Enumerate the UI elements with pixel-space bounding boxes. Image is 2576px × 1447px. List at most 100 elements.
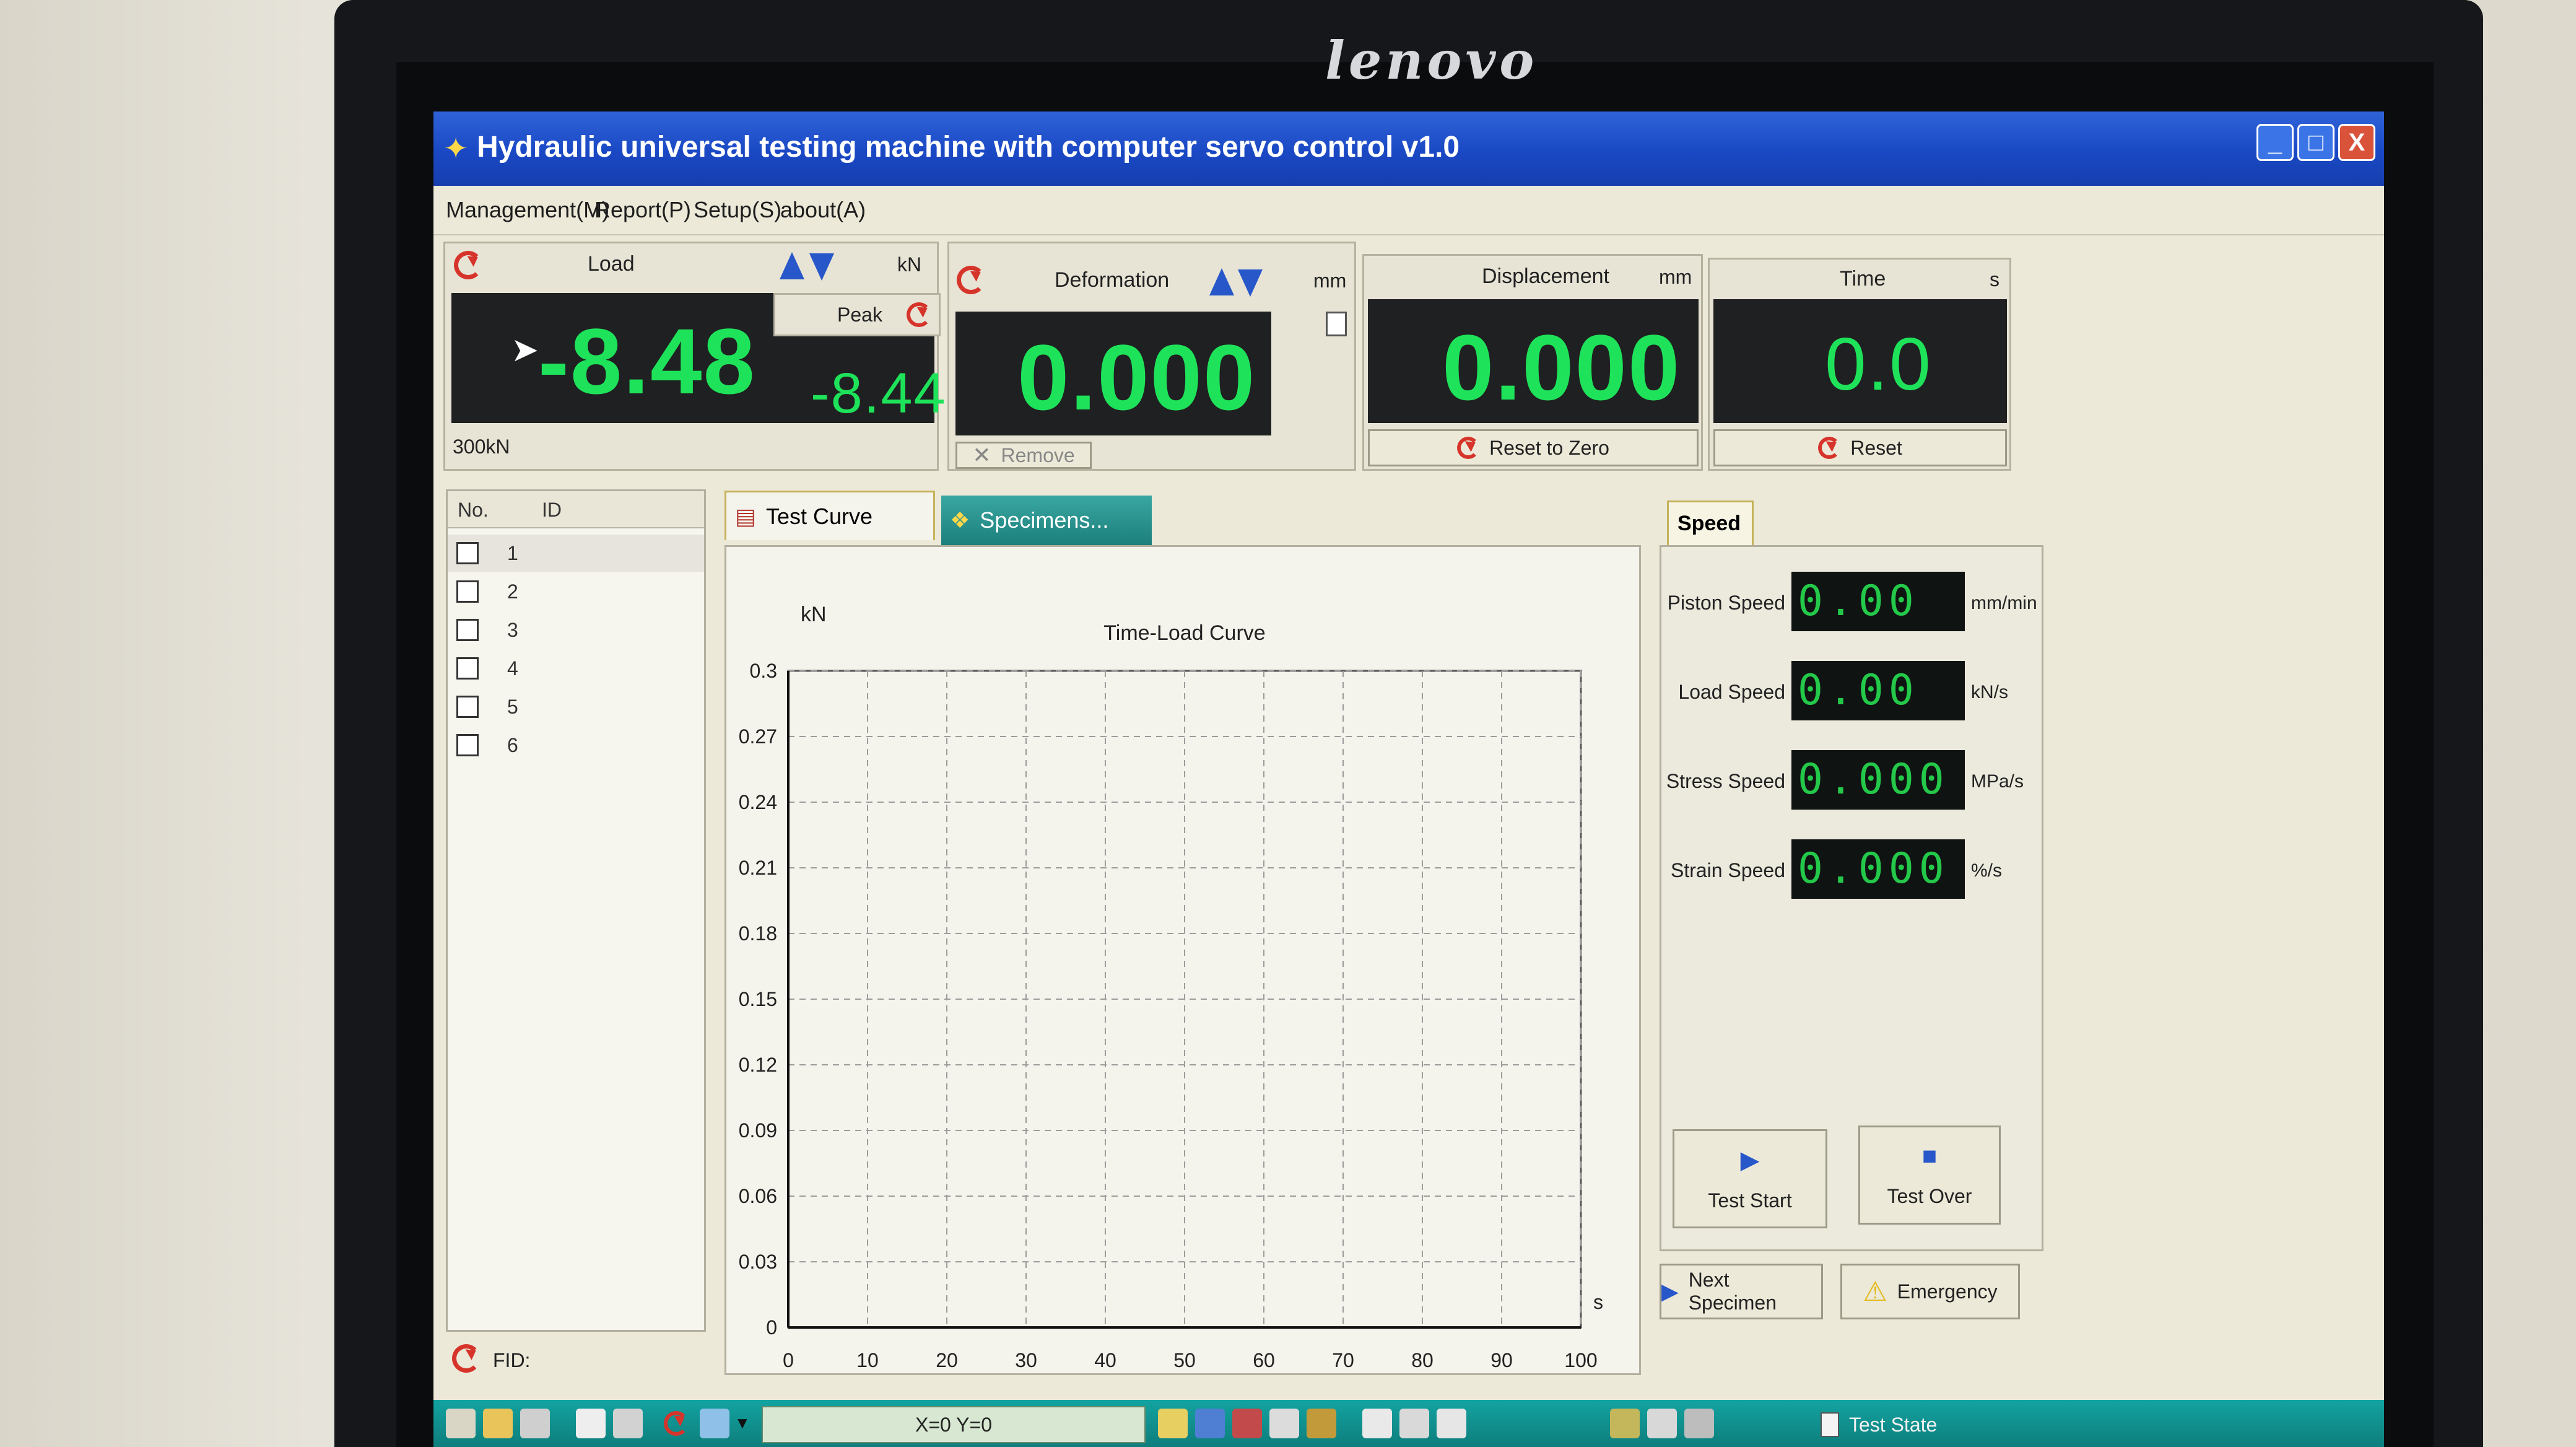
deformation-value: 0.000 xyxy=(1017,325,1256,429)
test-state-label: Test State xyxy=(1849,1414,1938,1436)
menu-about[interactable]: about(A) xyxy=(780,197,866,223)
specimen-number: 6 xyxy=(507,734,518,756)
close-button[interactable]: X xyxy=(2338,124,2375,161)
monitor-brand-logo: lenovo xyxy=(1325,30,1538,91)
specimen-row[interactable]: 3 xyxy=(448,611,704,649)
report-icon[interactable] xyxy=(613,1409,643,1438)
piston-speed-unit: mm/min xyxy=(1971,593,2037,613)
strain-speed-label: Strain Speed xyxy=(1670,859,1785,881)
specimen-checkbox[interactable] xyxy=(456,657,479,680)
remove-button-label: Remove xyxy=(1001,444,1075,466)
stress-speed-row: Stress Speed 0.000 MPa/s xyxy=(1661,750,2042,812)
time-label: Time xyxy=(1840,267,1886,291)
load-reset-icon[interactable] xyxy=(454,251,482,279)
deformation-down-arrow-icon[interactable] xyxy=(1238,269,1263,297)
fid-refresh-icon[interactable] xyxy=(452,1344,481,1373)
deformation-reset-icon[interactable] xyxy=(957,266,985,294)
peak-box: Peak -8.44 xyxy=(773,293,946,425)
tab-test-curve[interactable]: ▤ Test Curve xyxy=(724,491,935,540)
x-tick-label: 100 xyxy=(1564,1349,1597,1371)
specimen-list: No. ID 1 2 3 4 5 6 xyxy=(446,489,706,1332)
message-icon[interactable] xyxy=(1158,1409,1188,1438)
strain-speed-unit: %/s xyxy=(1971,860,2003,881)
test-curve-tab-icon: ▤ xyxy=(735,503,757,529)
deformation-up-arrow-icon[interactable] xyxy=(1209,268,1234,295)
specimen-checkbox[interactable] xyxy=(456,542,479,564)
reset-to-zero-button[interactable]: Reset to Zero xyxy=(1368,429,1699,466)
specimen-row[interactable]: 5 xyxy=(448,688,704,725)
list-icon[interactable] xyxy=(576,1409,606,1438)
column-header-no[interactable]: No. xyxy=(458,499,489,522)
export-icon[interactable] xyxy=(1232,1409,1262,1438)
x-axis-label: s xyxy=(1593,1291,1603,1313)
x-tick-label: 10 xyxy=(856,1349,879,1371)
tab-speed[interactable]: Speed xyxy=(1667,501,1754,545)
time-reset-button[interactable]: Reset xyxy=(1713,429,2007,466)
displacement-value: 0.000 xyxy=(1442,315,1681,419)
peak-reset-icon[interactable] xyxy=(907,302,931,327)
alert-icon[interactable] xyxy=(1647,1409,1677,1438)
y-tick-label: 0.03 xyxy=(739,1251,777,1273)
x-tick-label: 50 xyxy=(1173,1349,1196,1371)
menu-report[interactable]: Report(P) xyxy=(594,197,691,223)
open-folder-icon[interactable] xyxy=(483,1409,513,1438)
load-up-arrow-icon[interactable] xyxy=(780,252,804,279)
test-over-button[interactable]: ■ Test Over xyxy=(1858,1126,2001,1225)
column-header-id[interactable]: ID xyxy=(542,499,562,522)
specimen-row[interactable]: 2 xyxy=(448,573,704,610)
deformation-panel: Deformation mm 0.000 ✕ Remove xyxy=(947,242,1356,471)
camera-icon[interactable] xyxy=(1195,1409,1225,1438)
print-icon[interactable] xyxy=(520,1409,550,1438)
curve-icon[interactable] xyxy=(700,1409,729,1438)
displacement-panel: Displacement mm 0.000 Reset to Zero xyxy=(1362,254,1703,471)
peak-header: Peak xyxy=(773,293,941,336)
hand-icon[interactable] xyxy=(1684,1409,1714,1438)
page-icon[interactable] xyxy=(1362,1409,1392,1438)
load-range: 300kN xyxy=(453,435,510,458)
save-icon[interactable] xyxy=(1269,1409,1299,1438)
y-tick-label: 0 xyxy=(766,1316,777,1339)
curve-dropdown-icon[interactable]: ▼ xyxy=(734,1414,751,1433)
minimize-button[interactable]: _ xyxy=(2256,124,2294,161)
tab-specimens[interactable]: ❖ Specimens... xyxy=(941,496,1152,545)
y-tick-label: 0.3 xyxy=(750,660,777,682)
time-load-chart[interactable]: 0 10 20 30 40 50 60 70 80 90 100 0 0.03 0.06 0.09 0.12 0… xyxy=(726,547,1639,1373)
test-start-button[interactable]: ▶ Test Start xyxy=(1673,1129,1827,1228)
document-icon[interactable] xyxy=(1437,1409,1466,1438)
load-down-arrow-icon[interactable] xyxy=(809,253,834,281)
menu-management[interactable]: Management(M) xyxy=(446,197,609,223)
deformation-checkbox[interactable] xyxy=(1326,312,1347,336)
peak-label: Peak xyxy=(837,304,882,326)
time-reset-icon xyxy=(1818,437,1841,459)
machine-icon[interactable] xyxy=(1610,1409,1640,1438)
specimen-row[interactable]: 6 xyxy=(448,727,704,764)
menu-setup[interactable]: Setup(S) xyxy=(694,197,781,223)
settings-list-icon[interactable] xyxy=(1399,1409,1429,1438)
tab-test-curve-label: Test Curve xyxy=(766,503,873,529)
specimen-checkbox[interactable] xyxy=(456,619,479,641)
time-display: 0.0 xyxy=(1713,299,2007,423)
specimen-checkbox[interactable] xyxy=(456,580,479,603)
y-tick-label: 0.27 xyxy=(739,725,777,748)
fid-label: FID: xyxy=(493,1349,531,1371)
emergency-button[interactable]: ⚠ Emergency xyxy=(1840,1264,2020,1319)
load-speed-row: Load Speed 0.00 kN/s xyxy=(1661,661,2042,723)
y-axis-label: kN xyxy=(801,603,827,626)
specimen-checkbox[interactable] xyxy=(456,696,479,718)
new-file-icon[interactable] xyxy=(446,1409,476,1438)
edit-icon[interactable] xyxy=(1307,1409,1336,1438)
remove-button[interactable]: ✕ Remove xyxy=(955,442,1092,469)
reset-to-zero-label: Reset to Zero xyxy=(1489,436,1609,459)
specimen-row[interactable]: 1 xyxy=(448,535,704,572)
next-specimen-button[interactable]: ▶ Next Specimen xyxy=(1660,1264,1823,1319)
specimen-number: 2 xyxy=(507,580,518,603)
speed-panel: Piston Speed 0.00 mm/min Load Speed 0.00… xyxy=(1660,545,2043,1251)
maximize-button[interactable]: □ xyxy=(2297,124,2334,161)
toolbar-refresh-icon[interactable] xyxy=(664,1411,689,1436)
load-speed-label: Load Speed xyxy=(1678,681,1785,703)
cursor-icon: ➤ xyxy=(511,331,539,369)
time-panel: Time s 0.0 Reset xyxy=(1708,258,2011,471)
specimen-checkbox[interactable] xyxy=(456,734,479,756)
specimen-number: 5 xyxy=(507,696,518,718)
specimen-row[interactable]: 4 xyxy=(448,650,704,687)
